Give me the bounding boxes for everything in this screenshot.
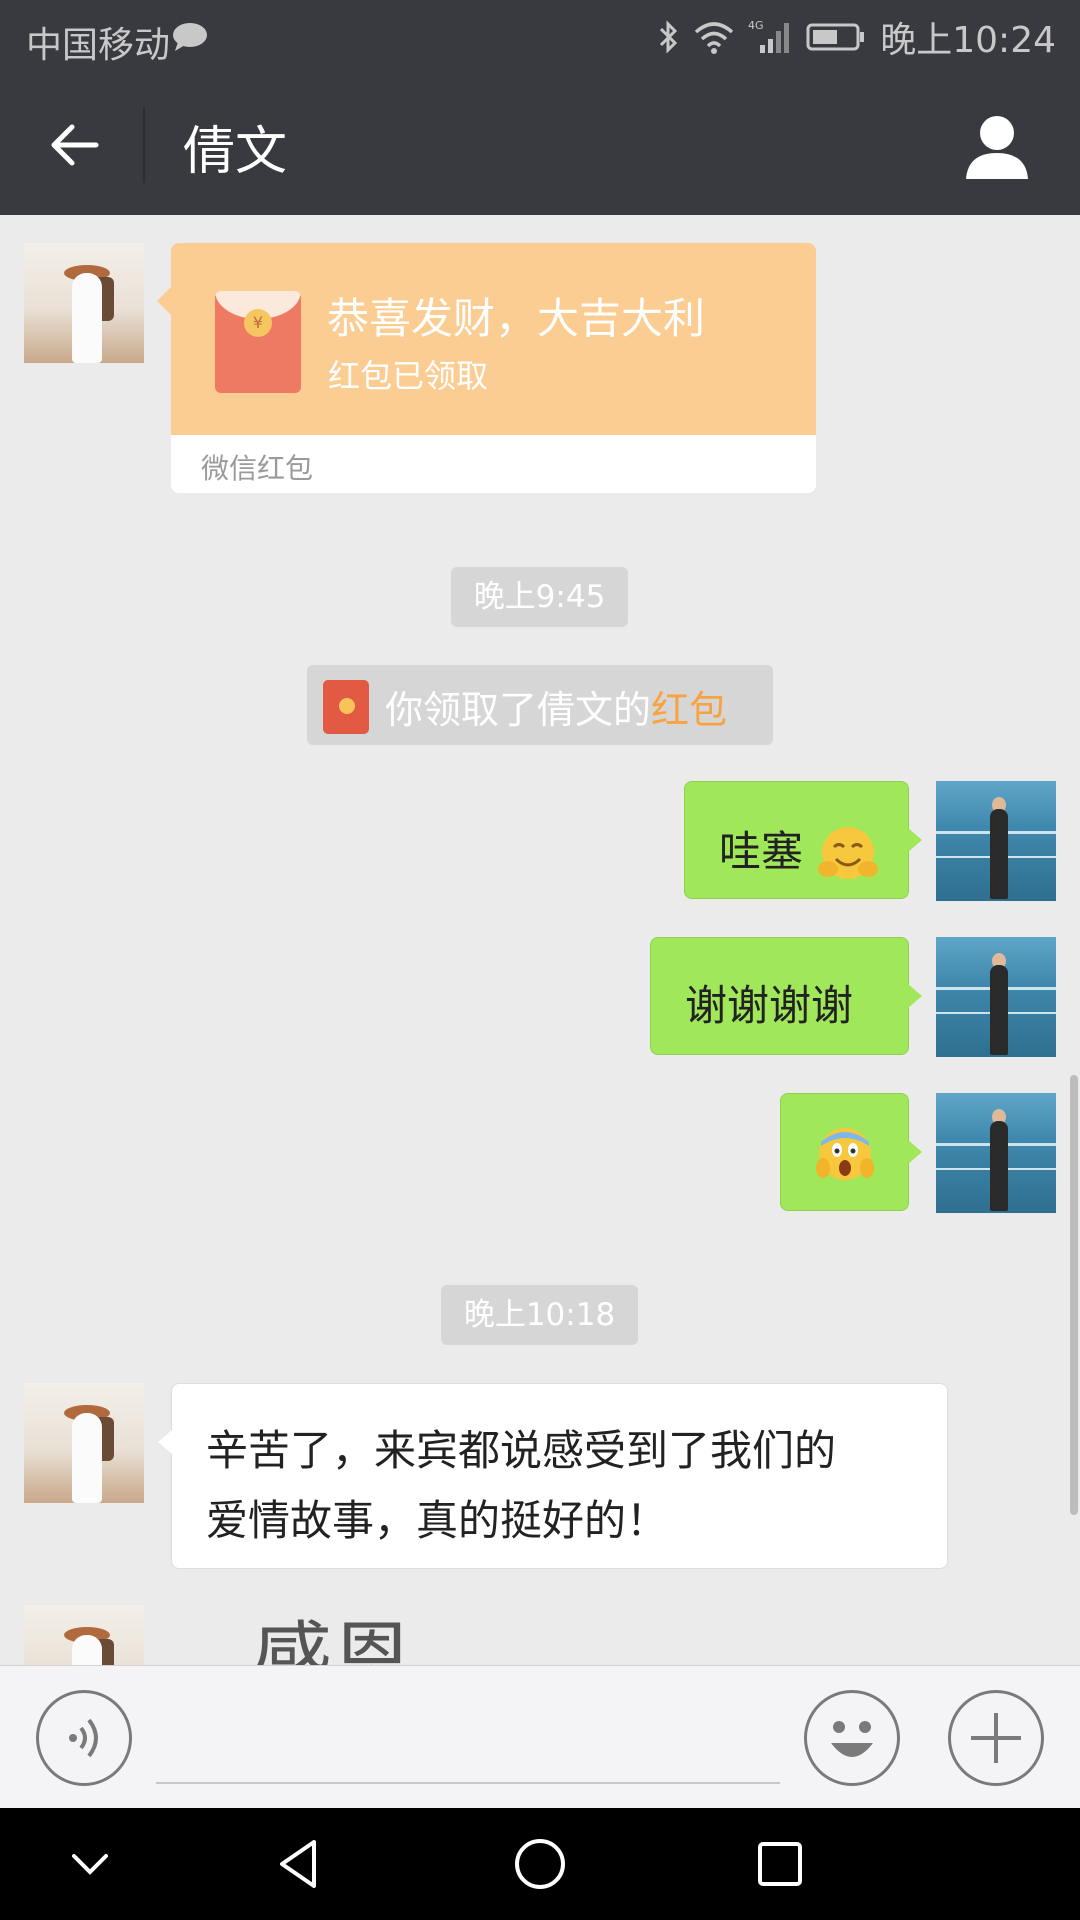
hugging-face-emoji-icon bbox=[818, 826, 879, 879]
arrow-left-icon[interactable] bbox=[44, 115, 104, 175]
message-notification-icon bbox=[173, 23, 207, 51]
cellular-signal-icon: 4G bbox=[748, 19, 790, 53]
bluetooth-icon bbox=[660, 20, 678, 54]
her-message-line: 爱情故事，真的挺好的！ bbox=[206, 1496, 669, 1545]
my-message-bubble[interactable]: 谢谢谢谢 bbox=[650, 937, 922, 1055]
person-icon[interactable] bbox=[962, 111, 1032, 181]
chat-header: 倩文 bbox=[0, 75, 1080, 215]
screaming-face-emoji-icon bbox=[816, 1128, 874, 1180]
coin-icon: ¥ bbox=[244, 309, 272, 337]
chat-title: 倩文 bbox=[183, 122, 288, 182]
avatar-qianwen[interactable] bbox=[24, 1383, 144, 1503]
red-packet-message[interactable]: ¥ 恭喜发财，大吉大利 红包已领取 微信红包 bbox=[157, 243, 816, 493]
triangle-back-icon[interactable] bbox=[270, 1834, 330, 1894]
circle-home-icon[interactable] bbox=[510, 1834, 570, 1894]
red-packet-small-icon bbox=[323, 680, 369, 734]
more-button[interactable] bbox=[948, 1690, 1044, 1786]
red-packet-icon: ¥ bbox=[215, 291, 301, 393]
smiley-icon bbox=[831, 1721, 873, 1757]
input-bar bbox=[0, 1665, 1080, 1808]
message-input[interactable] bbox=[156, 1782, 780, 1784]
battery-icon bbox=[806, 23, 865, 51]
timestamp: 晚上10:18 bbox=[441, 1285, 638, 1345]
her-message-bubble[interactable]: 辛苦了，来宾都说感受到了我们的 爱情故事，真的挺好的！ bbox=[158, 1383, 948, 1569]
my-message-text: 谢谢谢谢 bbox=[685, 981, 854, 1030]
my-message-text: 哇塞 bbox=[719, 827, 804, 876]
header-divider bbox=[143, 107, 145, 183]
my-message-bubble[interactable] bbox=[780, 1093, 922, 1211]
sticker-message[interactable]: 感恩 bbox=[252, 1595, 412, 1665]
status-icons: 4G 晚上10:24 bbox=[658, 14, 1056, 61]
red-packet-status: 红包已领取 bbox=[328, 357, 489, 395]
avatar-me[interactable] bbox=[936, 781, 1056, 901]
status-bar: 中国移动 4G 晚上10:24 bbox=[0, 0, 1080, 75]
chat-scrollbar[interactable] bbox=[1070, 1075, 1078, 1515]
avatar-qianwen[interactable] bbox=[24, 1605, 144, 1665]
svg-text:4G: 4G bbox=[748, 19, 764, 32]
wifi-icon bbox=[695, 22, 734, 54]
red-packet-link[interactable]: 红包 bbox=[651, 688, 727, 732]
emoji-button[interactable] bbox=[804, 1690, 900, 1786]
voice-icon bbox=[69, 1718, 98, 1758]
voice-button[interactable] bbox=[36, 1690, 132, 1786]
red-packet-footer: 微信红包 bbox=[201, 452, 314, 485]
system-message-text: 你领取了倩文的 bbox=[385, 688, 652, 732]
avatar-qianwen[interactable] bbox=[24, 243, 144, 363]
chat-area[interactable]: ¥ 恭喜发财，大吉大利 红包已领取 微信红包 晚上9:45 你领取了倩文的红包 … bbox=[0, 215, 1080, 1665]
timestamp: 晚上9:45 bbox=[451, 567, 628, 627]
plus-icon bbox=[971, 1713, 1021, 1763]
system-message[interactable]: 你领取了倩文的红包 bbox=[307, 665, 773, 745]
android-nav-bar bbox=[0, 1808, 1080, 1920]
my-message-bubble[interactable]: 哇塞 bbox=[684, 781, 922, 899]
chevron-down-icon[interactable] bbox=[60, 1834, 120, 1894]
carrier-name: 中国移动 bbox=[26, 25, 171, 66]
her-message-line: 辛苦了，来宾都说感受到了我们的 bbox=[206, 1426, 837, 1475]
avatar-me[interactable] bbox=[936, 937, 1056, 1057]
status-time: 晚上10:24 bbox=[880, 20, 1056, 61]
square-recent-icon[interactable] bbox=[750, 1834, 810, 1894]
avatar-me[interactable] bbox=[936, 1093, 1056, 1213]
red-packet-title: 恭喜发财，大吉大利 bbox=[327, 294, 706, 343]
